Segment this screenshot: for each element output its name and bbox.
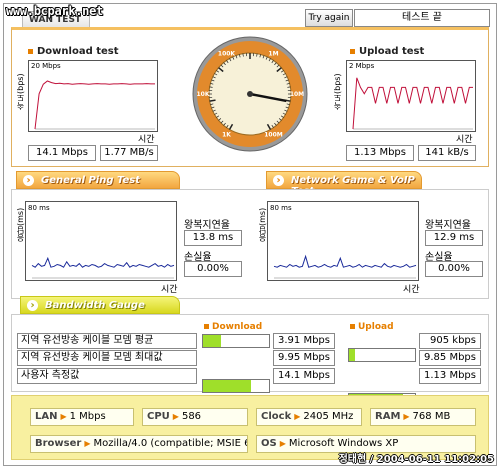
cpu-info: CPU ▶ 586: [142, 408, 248, 426]
game-xlabel: 시간: [403, 285, 420, 295]
tab-bandwidth-label: Bandwidth Gauge: [45, 300, 145, 311]
upload-mbps-value: 1.13 Mbps: [346, 145, 414, 161]
arrow-right-icon: ▶: [172, 412, 179, 421]
arrow-right-icon: ▶: [279, 439, 286, 448]
ping-series-line: [31, 256, 175, 268]
ping-rtt-value: 13.8 ms: [184, 230, 242, 246]
lan-value: 1 Mbps: [69, 411, 106, 422]
bw-row-label: 지역 유선방송 케이블 모뎀 최대값: [17, 350, 197, 366]
ram-info: RAM ▶ 768 MB: [370, 408, 476, 426]
bw-row-label: 지역 유선방송 케이블 모뎀 평균: [17, 333, 197, 349]
gauge-tick: [209, 99, 216, 102]
tab-general-ping-label: General Ping Test: [41, 175, 141, 186]
tab-general-ping[interactable]: › General Ping Test: [16, 171, 180, 189]
bw-download-bar-fill: [203, 380, 251, 392]
arrow-icon: ›: [27, 300, 38, 311]
bw-download-value: 3.91 Mbps: [273, 333, 335, 349]
tab-network-game[interactable]: ›Network Game & VoIP Test: [266, 171, 422, 197]
game-loss-value: 0.00%: [425, 261, 483, 277]
try-again-button[interactable]: Try again: [305, 9, 353, 27]
bw-upload-bar: [348, 348, 416, 362]
upload-xlabel: 시간: [456, 135, 473, 145]
clock-value: 2405 MHz: [303, 411, 354, 422]
bullet-icon: [350, 324, 355, 329]
bw-download-bar: [202, 334, 270, 348]
ram-value: 768 MB: [412, 411, 451, 422]
author-credit: 정태현 / 2004-06-11 11:02:05: [338, 454, 494, 465]
ping-graph: [25, 201, 177, 281]
download-title: Download test: [28, 46, 119, 57]
ping-xlabel: 시간: [161, 285, 178, 295]
upload-kbs-value: 141 kB/s: [418, 145, 476, 161]
bw-download-bar-fill: [203, 335, 222, 347]
bw-upload-value: 905 kbps: [419, 333, 481, 349]
cpu-value: 586: [181, 411, 202, 422]
ping-scale: 80 ms: [28, 204, 50, 212]
download-xlabel: 시간: [138, 135, 155, 145]
upload-title-text: Upload test: [359, 46, 425, 57]
bw-download-bar: [202, 379, 270, 393]
game-series-line: [273, 254, 417, 268]
download-scale: 20 Mbps: [31, 62, 61, 70]
gauge-label: 10M: [290, 91, 304, 98]
download-mbps-value: 14.1 Mbps: [28, 145, 96, 161]
arrow-right-icon: ▶: [60, 412, 67, 421]
bullet-icon: [28, 48, 33, 54]
game-graph: [267, 201, 419, 281]
lan-label: LAN: [35, 411, 58, 422]
upload-scale: 2 Mbps: [349, 62, 375, 70]
arrow-right-icon: ▶: [294, 412, 301, 421]
gauge-label: 10K: [197, 91, 210, 98]
gauge-label: 100K: [218, 50, 236, 57]
browser-info: Browser ▶ Mozilla/4.0 (compatible; MSIE 6.…: [30, 435, 248, 453]
gauge-label: 100M: [264, 132, 283, 139]
bw-row-label: 사용자 측정값: [17, 368, 197, 384]
clock-info: Clock ▶ 2405 MHz: [256, 408, 362, 426]
os-value: Microsoft Windows XP: [288, 438, 399, 449]
arrow-right-icon: ▶: [403, 412, 410, 421]
upload-series-line: [352, 77, 473, 130]
ram-label: RAM: [375, 411, 401, 422]
bw-download-header: Download: [204, 322, 262, 332]
ping-rtt-label: 왕복지연율: [184, 220, 230, 231]
bullet-icon: [204, 324, 209, 329]
lan-info: LAN ▶ 1 Mbps: [30, 408, 134, 426]
browser-value: Mozilla/4.0 (compatible; MSIE 6.0: [93, 438, 248, 449]
arrow-right-icon: ▶: [84, 439, 91, 448]
bullet-icon: [350, 48, 355, 54]
download-series-line: [34, 80, 155, 130]
upload-ylabel: 속도(bps): [333, 73, 342, 110]
arrow-icon: ›: [273, 175, 284, 186]
speed-gauge: 1K 10K 100K 1M 10M 100M: [192, 36, 308, 152]
bw-upload-header-text: Upload: [358, 322, 394, 332]
upload-graph: [346, 60, 476, 132]
gauge-label: 1M: [268, 50, 278, 57]
bw-upload-value: 9.85 Mbps: [419, 350, 481, 366]
download-graph: [28, 60, 158, 132]
upload-title: Upload test: [350, 46, 424, 57]
game-rtt-value: 12.9 ms: [425, 230, 483, 246]
game-scale: 80 ms: [270, 204, 292, 212]
gauge-label: 1K: [222, 132, 231, 139]
bw-upload-header: Upload: [350, 322, 394, 332]
bw-upload-bar-fill: [349, 349, 355, 361]
site-watermark: www.bcpark.net: [6, 4, 103, 18]
clock-label: Clock: [261, 411, 292, 422]
game-rtt-label: 왕복지연율: [425, 220, 471, 231]
download-ylabel: 속도(bps): [16, 73, 25, 110]
arrow-icon: ›: [23, 175, 34, 186]
tab-bandwidth-gauge[interactable]: › Bandwidth Gauge: [20, 296, 180, 314]
bw-download-value: 14.1 Mbps: [273, 368, 335, 384]
os-label: OS: [261, 438, 277, 449]
bw-download-header-text: Download: [212, 322, 263, 332]
bw-download-value: 9.95 Mbps: [273, 350, 335, 366]
cpu-label: CPU: [147, 411, 170, 422]
download-title-text: Download test: [37, 46, 119, 57]
ping-loss-value: 0.00%: [184, 261, 242, 277]
test-status: 테스트 끝: [354, 9, 490, 27]
download-mbs-value: 1.77 MB/s: [100, 145, 158, 161]
browser-label: Browser: [35, 438, 82, 449]
bw-upload-value: 1.13 Mbps: [419, 368, 481, 384]
